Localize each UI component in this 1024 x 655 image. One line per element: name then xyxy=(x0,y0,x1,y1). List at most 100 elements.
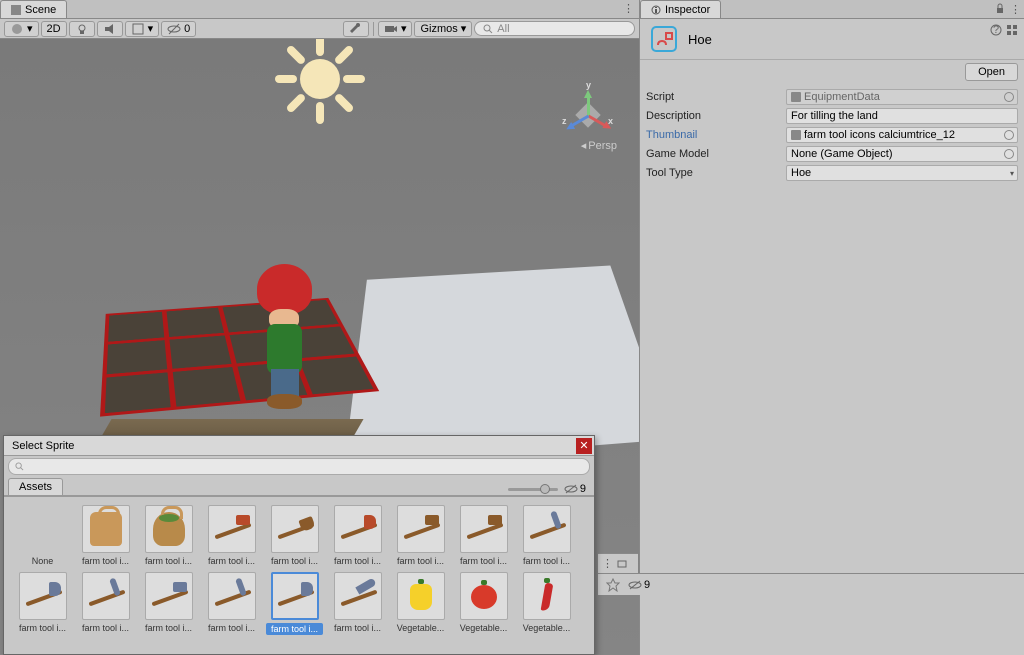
projection-label[interactable]: ◂Persp xyxy=(581,139,617,152)
visibility-count: 0 xyxy=(184,23,190,35)
asset-item[interactable]: None xyxy=(14,505,71,566)
orientation-gizmo[interactable]: y x z xyxy=(564,84,614,134)
asset-item[interactable]: farm tool i... xyxy=(266,572,323,635)
object-picker-icon[interactable] xyxy=(1004,149,1014,159)
eye-off-icon xyxy=(564,483,578,495)
star-icon[interactable] xyxy=(606,578,620,592)
asset-thumbnail xyxy=(271,505,319,553)
asset-item[interactable]: farm tool i... xyxy=(140,572,197,635)
description-field[interactable]: For tilling the land xyxy=(786,108,1018,124)
asset-thumbnail xyxy=(19,572,67,620)
scene-tab-label: Scene xyxy=(25,4,56,16)
asset-label: farm tool i... xyxy=(140,556,197,566)
fx-icon xyxy=(131,22,145,36)
lock-icon[interactable] xyxy=(994,3,1006,15)
asset-item[interactable]: farm tool i... xyxy=(266,505,323,566)
asset-item[interactable]: farm tool i... xyxy=(329,505,386,566)
asset-label: Vegetable... xyxy=(518,623,575,633)
scene-search-input[interactable]: All xyxy=(474,21,635,36)
asset-item[interactable]: farm tool i... xyxy=(455,505,512,566)
thumbnail-field[interactable]: farm tool icons calciumtrice_12 xyxy=(786,127,1018,143)
asset-label: farm tool i... xyxy=(329,623,386,633)
asset-thumbnail xyxy=(208,505,256,553)
script-label: Script xyxy=(646,91,786,103)
asset-grid: Nonefarm tool i...farm tool i...farm too… xyxy=(4,497,594,654)
inspector-tab-label: Inspector xyxy=(665,4,710,16)
inspector-panel: Inspector ⋮ Hoe ? Open Script xyxy=(639,0,1024,655)
lighting-toggle[interactable] xyxy=(69,21,95,37)
scene-icon xyxy=(11,5,21,15)
fx-dropdown[interactable]: ▾ xyxy=(125,21,160,37)
asset-label: farm tool i... xyxy=(266,623,323,635)
visibility-toggle[interactable]: 0 xyxy=(161,21,196,37)
script-field[interactable]: EquipmentData xyxy=(786,89,1018,105)
asset-thumbnail xyxy=(334,505,382,553)
asset-thumbnail xyxy=(82,505,130,553)
gizmos-dropdown[interactable]: Gizmos ▾ xyxy=(414,21,472,37)
2d-toggle[interactable]: 2D xyxy=(41,21,67,37)
asset-thumbnail xyxy=(145,505,193,553)
search-placeholder: All xyxy=(497,23,509,35)
asset-item[interactable]: farm tool i... xyxy=(392,505,449,566)
inspector-header: Hoe xyxy=(640,19,1024,60)
asset-label: Vegetable... xyxy=(392,623,449,633)
gamemodel-field[interactable]: None (Game Object) xyxy=(786,146,1018,162)
thumbnail-size-slider[interactable] xyxy=(508,488,558,491)
collapse-icon[interactable] xyxy=(616,558,628,570)
asset-item[interactable]: Vegetable... xyxy=(518,572,575,635)
wrench-icon xyxy=(349,22,363,36)
scene-tab-menu-icon[interactable]: ⋮ xyxy=(617,0,639,18)
asset-item[interactable]: farm tool i... xyxy=(140,505,197,566)
script-icon xyxy=(791,92,801,102)
tools-button[interactable] xyxy=(343,21,369,37)
asset-thumbnail xyxy=(397,505,445,553)
asset-item[interactable]: farm tool i... xyxy=(203,572,260,635)
camera-button[interactable]: ▾ xyxy=(378,21,413,37)
sprite-search-input[interactable] xyxy=(8,458,590,475)
asset-item[interactable]: Vegetable... xyxy=(455,572,512,635)
open-button[interactable]: Open xyxy=(965,63,1018,81)
scriptable-object-icon xyxy=(648,23,680,55)
inspector-asset-name: Hoe xyxy=(688,32,1016,47)
shading-mode-dropdown[interactable]: ▾ xyxy=(4,21,39,37)
popup-title-label: Select Sprite xyxy=(12,440,74,452)
close-icon: ✕ xyxy=(579,439,588,452)
asset-label: farm tool i... xyxy=(329,556,386,566)
asset-item[interactable]: farm tool i... xyxy=(203,505,260,566)
asset-item[interactable]: Vegetable... xyxy=(392,572,449,635)
svg-text:?: ? xyxy=(993,24,999,36)
asset-label: None xyxy=(14,556,71,566)
object-picker-icon[interactable] xyxy=(1004,92,1014,102)
asset-item[interactable]: farm tool i... xyxy=(518,505,575,566)
slider-thumb[interactable] xyxy=(540,484,550,494)
asset-item[interactable]: farm tool i... xyxy=(329,572,386,635)
footer-visibility[interactable]: 9 xyxy=(628,579,650,591)
directional-light-gizmo xyxy=(270,39,370,129)
scene-tab[interactable]: Scene xyxy=(0,0,67,18)
asset-thumbnail xyxy=(334,572,382,620)
close-button[interactable]: ✕ xyxy=(576,438,592,454)
help-icon[interactable]: ? xyxy=(990,24,1002,36)
scene-toolbar: ▾ 2D ▾ 0 ▾ xyxy=(0,19,639,39)
audio-toggle[interactable] xyxy=(97,21,123,37)
asset-thumbnail xyxy=(145,572,193,620)
preset-icon[interactable] xyxy=(1006,24,1018,36)
tooltype-dropdown[interactable]: Hoe ▾ xyxy=(786,165,1018,181)
tooltype-label: Tool Type xyxy=(646,167,786,179)
asset-item[interactable]: farm tool i... xyxy=(77,505,134,566)
object-picker-icon[interactable] xyxy=(1004,130,1014,140)
assets-tab[interactable]: Assets xyxy=(8,478,63,495)
inspector-tab[interactable]: Inspector xyxy=(640,0,721,18)
inspector-menu-icon[interactable]: ⋮ xyxy=(1010,3,1020,16)
asset-item[interactable]: farm tool i... xyxy=(14,572,71,635)
sphere-icon xyxy=(10,22,24,36)
popup-titlebar[interactable]: Select Sprite ✕ xyxy=(4,436,594,456)
select-sprite-popup: Select Sprite ✕ Assets 9 None farm tool i… xyxy=(3,435,595,655)
chevron-down-icon: ▾ xyxy=(1010,169,1014,178)
asset-thumbnail xyxy=(271,572,319,620)
panel-resize-strip[interactable]: ⋮ xyxy=(598,553,638,573)
thumbnail-label[interactable]: Thumbnail xyxy=(646,129,786,141)
footer-bar: 9 xyxy=(598,573,1024,595)
asset-item[interactable]: farm tool i... xyxy=(77,572,134,635)
hidden-count[interactable]: 9 xyxy=(564,483,586,495)
